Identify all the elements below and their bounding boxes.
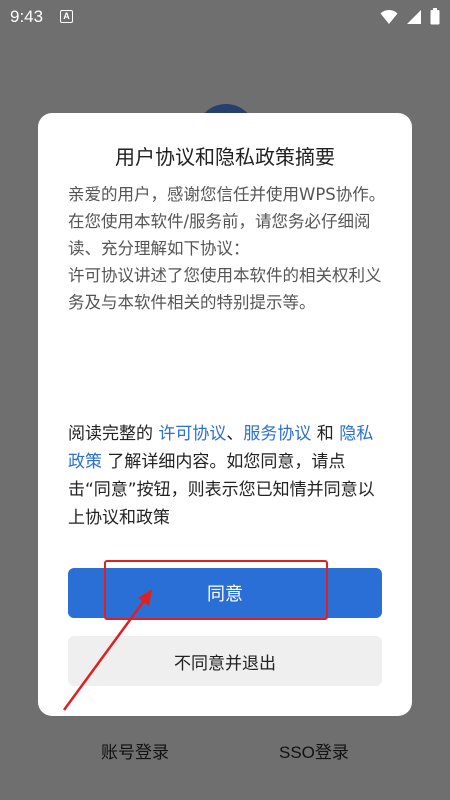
service-agreement-link[interactable]: 服务协议	[243, 424, 311, 444]
notice-separator-2: 和	[311, 424, 340, 444]
notice-suffix: 了解详细内容。如您同意，请点击“同意”按钮，则表示您已知情并同意以上协议和政策	[68, 452, 375, 528]
summary-paragraph-1: 亲爱的用户，感谢您信任并使用WPS协作。	[68, 185, 386, 204]
notice-prefix: 阅读完整的	[68, 424, 159, 444]
license-agreement-link[interactable]: 许可协议	[158, 424, 226, 444]
agree-highlight-box	[104, 560, 328, 620]
dialog-title: 用户协议和隐私政策摘要	[115, 145, 335, 169]
battery-icon	[430, 8, 440, 25]
decline-exit-button[interactable]: 不同意并退出	[68, 636, 382, 686]
summary-paragraph-2: 在您使用本软件/服务前，请您务必仔细阅读、充分理解如下协议：	[68, 212, 371, 258]
status-bar: 9:43 A	[0, 0, 450, 34]
accessibility-icon: A	[60, 10, 73, 23]
summary-paragraph-3: 许可协议讲述了您使用本软件的相关权利义务及与本软件相关的特别提示等。	[68, 266, 382, 312]
status-icons	[380, 8, 440, 25]
account-login-link[interactable]: 账号登录	[101, 738, 169, 763]
agreement-notice: 阅读完整的 许可协议、服务协议 和 隐私政策 了解详细内容。如您同意，请点击“同…	[68, 420, 388, 532]
status-time: 9:43	[10, 7, 44, 26]
privacy-dialog: 用户协议和隐私政策摘要 亲爱的用户，感谢您信任并使用WPS协作。 在您使用本软件…	[38, 113, 412, 716]
sso-login-link[interactable]: SSO登录	[279, 738, 349, 763]
signal-icon	[407, 9, 421, 24]
wifi-icon	[380, 9, 398, 24]
notice-separator-1: 、	[226, 424, 244, 444]
